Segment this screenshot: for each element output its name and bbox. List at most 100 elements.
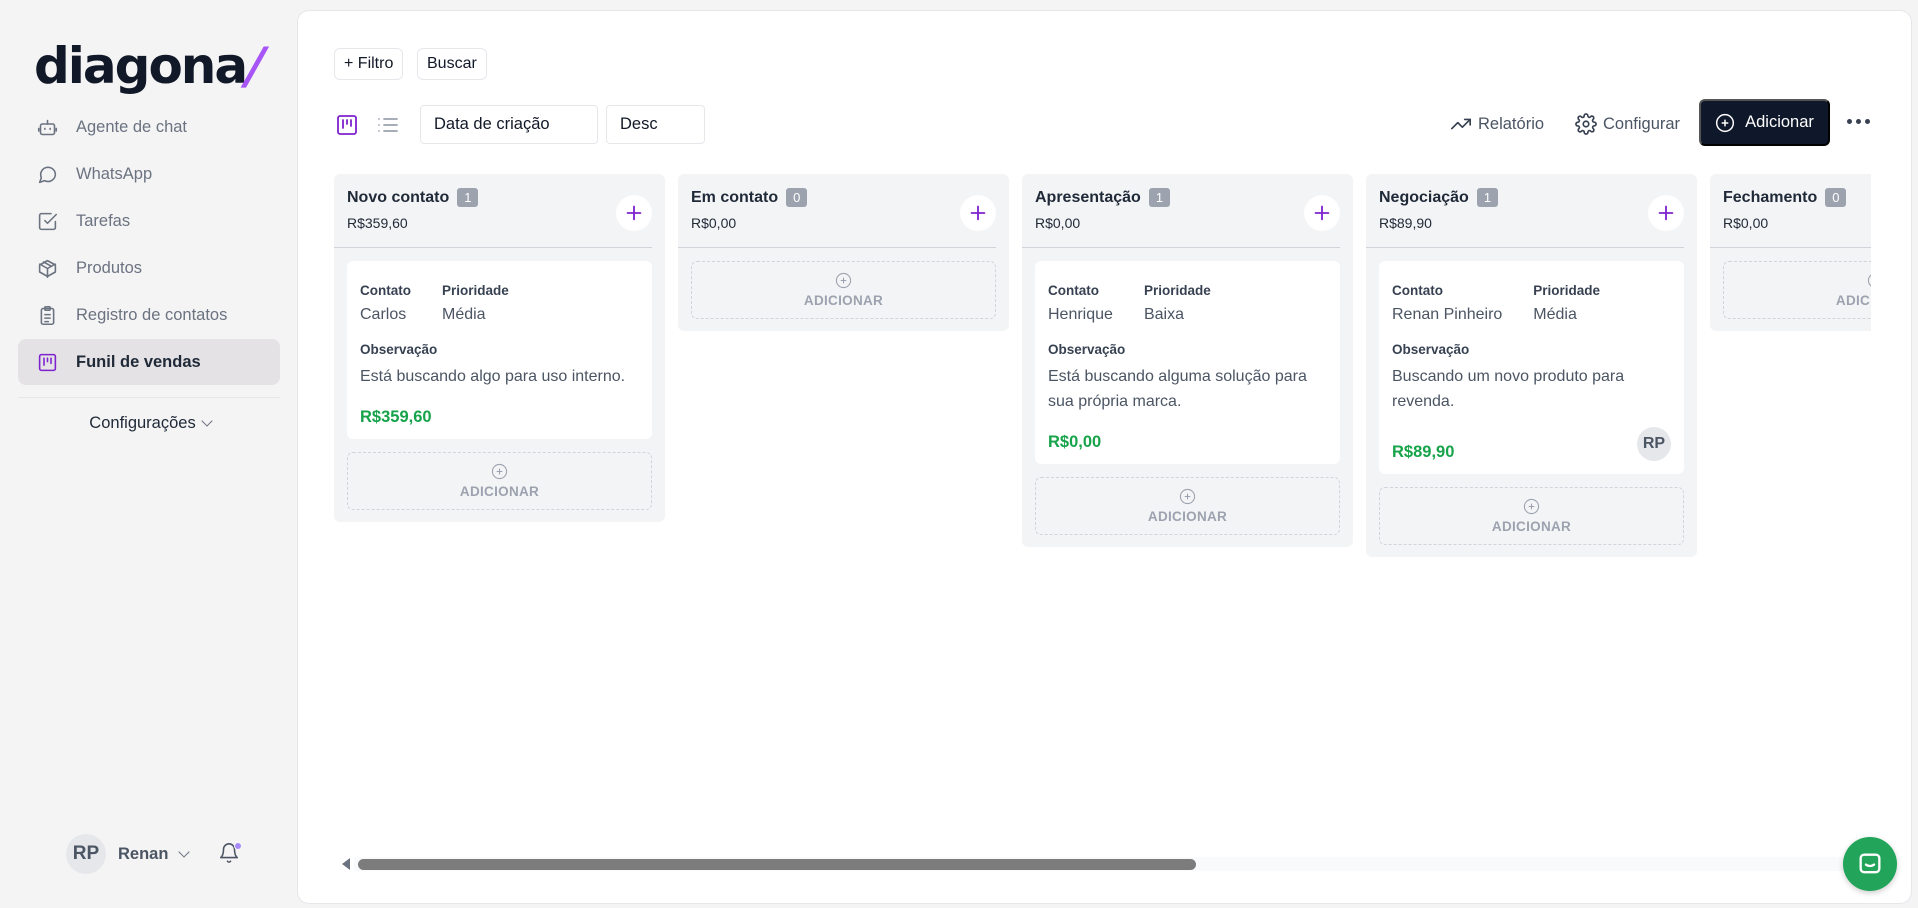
user-name[interactable]: Renan [118,845,168,864]
column-header: Novo contato 1 R$359,60 [334,174,652,248]
column-total: R$0,00 [1035,215,1081,231]
column-total: R$89,90 [1379,215,1432,231]
sidebar-item-whatsapp[interactable]: WhatsApp [18,151,280,197]
plus-circle-icon [491,463,508,480]
checkbox-icon [36,210,58,232]
bot-icon [36,116,58,138]
sidebar-item-registro-de-contatos[interactable]: Registro de contatos [18,292,280,338]
more-options-icon[interactable] [1847,119,1870,124]
contact-label: Contato [1392,283,1443,298]
chevron-down-icon[interactable] [178,846,191,858]
chat-icon [1859,853,1881,874]
column-count-badge: 1 [1148,188,1171,207]
add-card-zone[interactable]: ADICIONAR [1035,477,1340,535]
sort-field-select[interactable]: Data de criação [420,105,598,144]
plus-icon [1658,205,1674,221]
kanban-view-icon[interactable] [334,112,360,138]
plus-circle-icon [835,272,852,289]
column-header: Negociação 1 R$89,90 [1366,174,1684,248]
add-button[interactable]: Adicionar [1699,99,1830,146]
priority-label: Prioridade [442,283,509,298]
priority-value: Baixa [1143,306,1184,323]
deal-card[interactable]: Contato Henrique Prioridade Baixa Observaç… [1035,261,1340,464]
plus-circle-icon [1523,498,1540,515]
filter-button[interactable]: + Filtro [334,48,404,80]
scroll-left-arrow-icon[interactable] [342,858,350,870]
deal-card[interactable]: Contato Carlos Prioridade Média Observação… [347,261,652,439]
package-icon [36,257,58,279]
plus-icon [626,205,642,221]
list-view-icon[interactable] [375,112,401,138]
kanban-icon [36,351,58,373]
contact-label: Contato [360,283,411,298]
add-card-button[interactable] [960,195,996,231]
avatar[interactable]: RP [66,834,106,874]
search-button[interactable]: Buscar [417,48,487,80]
column-title: Novo contato [347,188,450,206]
column-header: Apresentação 1 R$0,00 [1022,174,1340,248]
add-zone-label: ADICIONAR [1147,509,1228,524]
add-card-button[interactable] [1648,195,1684,231]
add-card-zone[interactable]: ADICIONAR [347,452,652,510]
priority-label: Prioridade [1533,283,1601,298]
plus-icon [1314,205,1330,221]
kanban-column: Em contato 0 R$0,00 ADICIONAR [678,174,1009,331]
notification-bell-icon[interactable] [218,842,243,866]
deal-value: R$0,00 [1048,433,1102,451]
notification-dot [234,842,243,850]
add-card-zone[interactable]: ADICIONAR [691,261,996,319]
column-title: Apresentação [1035,188,1141,206]
observation-text: Buscando um novo produto para revenda. [1392,368,1625,410]
deal-card[interactable]: Contato Renan Pinheiro Prioridade Média Ob… [1379,261,1684,474]
add-card-button[interactable] [616,195,652,231]
logo-text: diagona [34,37,248,95]
support-chat-button[interactable] [1843,837,1897,891]
column-total: R$0,00 [691,215,737,231]
configure-button[interactable]: Configurar [1575,111,1680,137]
clipboard-icon [36,304,58,326]
column-total: R$359,60 [347,215,408,231]
observation-label: Observação [1048,342,1126,357]
column-count-badge: 0 [786,188,808,207]
logo[interactable]: diagona/ [34,37,270,95]
sidebar-item-tarefas[interactable]: Tarefas [18,198,280,244]
sidebar-item-agente-de-chat[interactable]: Agente de chat [18,104,280,150]
avatar[interactable]: RP [1637,427,1671,461]
report-button[interactable]: Relatório [1450,111,1544,137]
contact-value: Henrique [1048,306,1113,323]
sidebar-item-label: Produtos [76,258,143,277]
sidebar-nav: Agente de chat WhatsApp Tarefas Produtos… [18,104,280,398]
deal-value: R$89,90 [1392,443,1455,461]
main-panel: + Filtro Buscar Data de criação Desc Rel… [297,10,1912,904]
priority-value: Média [1533,306,1577,323]
priority-value: Média [442,306,486,323]
trending-up-icon [1451,118,1471,130]
column-count-badge: 1 [1476,188,1499,207]
add-card-zone[interactable]: ADICIONAR [1379,487,1684,545]
chevron-down-icon [201,415,213,427]
add-zone-label: ADICIONAR [1835,293,1871,308]
add-card-button[interactable] [1304,195,1340,231]
add-card-zone[interactable]: ADICIONAR [1723,261,1871,319]
user-menu[interactable]: RP Renan [66,834,243,874]
kanban-board: Novo contato 1 R$359,60 Contato Carlos Pri… [334,174,1871,854]
chat-bubble-icon [36,163,58,185]
horizontal-scrollbar-thumb[interactable] [358,859,1196,870]
add-zone-label: ADICIONAR [1491,519,1572,534]
settings-dropdown[interactable]: Configurações [0,414,300,433]
observation-text: Está buscando algo para uso interno. [360,368,626,385]
sidebar-item-produtos[interactable]: Produtos [18,245,280,291]
observation-text: Está buscando alguma solução para sua pr… [1048,368,1307,410]
column-count-badge: 0 [1825,188,1847,207]
sidebar-item-label: Tarefas [76,211,131,230]
plus-circle-icon [1867,274,1871,287]
column-header: Em contato 0 R$0,00 [678,174,996,248]
plus-icon [970,205,986,221]
column-title: Negociação [1379,188,1469,206]
contact-value: Renan Pinheiro [1392,306,1503,323]
kanban-column: Negociação 1 R$89,90 Contato Renan Pinheir… [1366,174,1697,557]
observation-label: Observação [1392,342,1470,357]
sidebar-item-funil-de-vendas[interactable]: Funil de vendas [18,339,280,385]
sort-order-select[interactable]: Desc [606,105,705,144]
settings-label: Configurações [89,414,196,432]
